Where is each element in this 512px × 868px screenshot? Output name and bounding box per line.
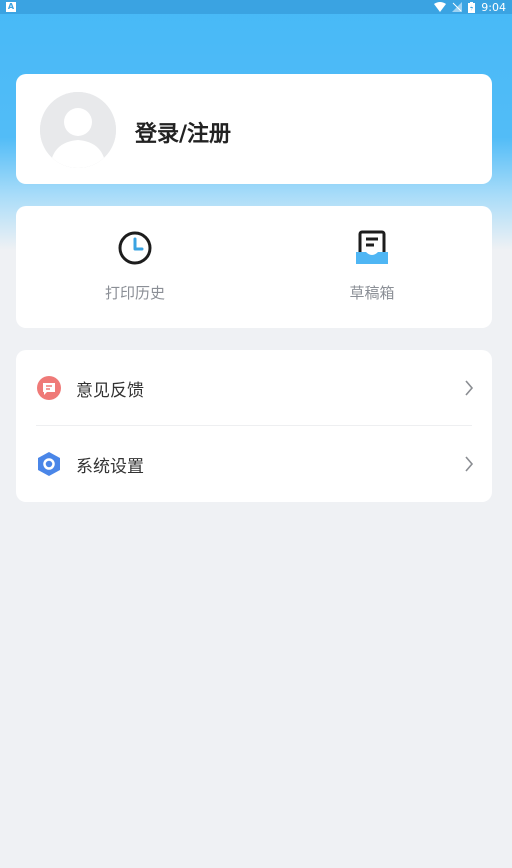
chevron-right-icon: [464, 455, 474, 477]
drafts-label: 草稿箱: [349, 284, 395, 302]
drafts-button[interactable]: 草稿箱: [302, 228, 442, 303]
status-bar: A 9:04: [0, 0, 512, 14]
notification-icon: A: [6, 2, 16, 12]
quick-actions-card: 打印历史 草稿箱: [16, 206, 492, 328]
menu-item-feedback[interactable]: 意见反馈: [16, 350, 492, 426]
menu-item-system-settings[interactable]: 系统设置: [16, 426, 492, 502]
chevron-right-icon: [464, 379, 474, 401]
print-history-label: 打印历史: [104, 284, 165, 302]
feedback-label: 意见反馈: [76, 380, 144, 401]
default-avatar-icon: [40, 92, 116, 168]
bottom-tab-bar-edge: [0, 862, 512, 868]
clock-time: 9:04: [481, 0, 506, 14]
clock-icon: [65, 228, 205, 268]
battery-icon: [468, 1, 476, 13]
wifi-icon: [434, 2, 447, 12]
print-history-button[interactable]: 打印历史: [65, 228, 205, 303]
settings-hexagon-icon: [36, 451, 62, 477]
avatar[interactable]: [40, 92, 116, 168]
no-signal-icon: [452, 2, 463, 12]
feedback-icon: [36, 375, 62, 401]
login-register-link[interactable]: 登录/注册: [135, 116, 231, 148]
draft-box-icon: [302, 228, 442, 268]
profile-card[interactable]: 登录/注册: [16, 74, 492, 184]
settings-menu-card: 意见反馈 系统设置: [16, 350, 492, 502]
system-settings-label: 系统设置: [76, 456, 144, 477]
